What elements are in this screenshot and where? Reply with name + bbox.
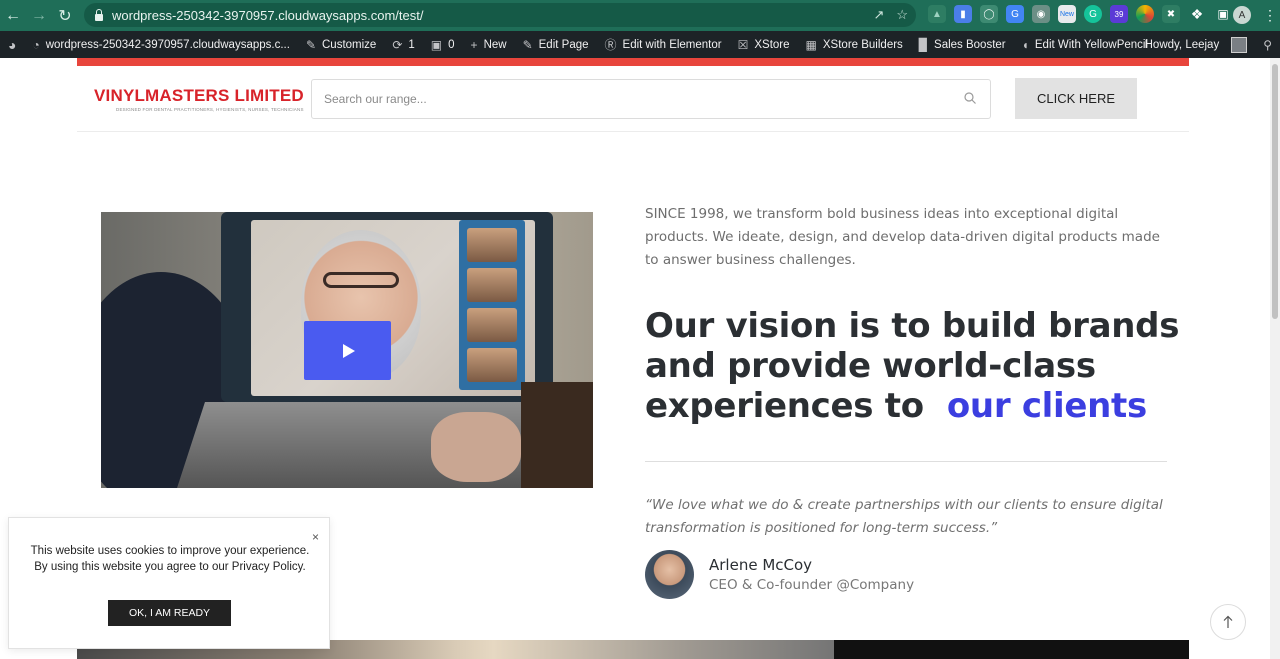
bookmark-star-icon[interactable]: ☆ xyxy=(896,7,908,23)
docs-icon[interactable]: ▮ xyxy=(954,5,972,23)
arrow-up-icon xyxy=(1223,615,1233,628)
divider xyxy=(645,461,1167,462)
cookie-accept-button[interactable]: OK, I AM READY xyxy=(108,600,231,626)
author-role: CEO & Co-founder @Company xyxy=(709,577,915,593)
author-avatar xyxy=(645,550,694,599)
play-button[interactable] xyxy=(304,321,391,380)
camera-icon[interactable]: ◉ xyxy=(1032,5,1050,23)
site-header: VINYLMASTERS LIMITED DESIGNED FOR DENTAL… xyxy=(77,66,1189,132)
forward-icon[interactable]: → xyxy=(26,3,52,29)
elementor-icon: Ⓡ xyxy=(604,38,617,52)
address-bar[interactable]: wordpress-250342-3970957.cloudwaysapps.c… xyxy=(84,3,916,27)
reload-icon[interactable]: ↻ xyxy=(52,3,78,29)
xstore-builders-link[interactable]: ▦ XStore Builders xyxy=(798,31,911,58)
edit-elementor-link[interactable]: Ⓡ Edit with Elementor xyxy=(597,31,730,58)
top-accent-bar xyxy=(77,58,1189,66)
cookie-message: This website uses cookies to improve you… xyxy=(30,545,310,573)
sales-booster-link[interactable]: ▉ Sales Booster xyxy=(911,31,1014,58)
admin-search-icon[interactable]: ⚲ xyxy=(1255,31,1280,58)
new-badge-icon[interactable]: New xyxy=(1058,5,1076,23)
search-input[interactable] xyxy=(324,92,924,106)
edit-page-link[interactable]: ✎ Edit Page xyxy=(515,31,597,58)
customize-link[interactable]: ✎ Customize xyxy=(298,31,384,58)
grammarly-icon[interactable]: G xyxy=(1084,5,1102,23)
my-account-link[interactable]: Howdy, Leejay xyxy=(1137,31,1256,58)
page-content: VINYLMASTERS LIMITED DESIGNED FOR DENTAL… xyxy=(0,58,1270,659)
scrollbar-thumb[interactable] xyxy=(1272,64,1278,319)
play-icon xyxy=(342,343,355,358)
google-translate-icon[interactable]: G xyxy=(1006,5,1024,23)
url-text[interactable]: wordpress-250342-3970957.cloudwaysapps.c… xyxy=(112,8,423,23)
profile-avatar[interactable]: A xyxy=(1233,6,1251,24)
user-avatar xyxy=(1231,36,1248,53)
dashboard-icon: ◔ xyxy=(32,37,40,52)
pencil-icon: ✎ xyxy=(522,37,533,52)
google-drive-icon[interactable]: ▲ xyxy=(928,5,946,23)
crossed-tool-icon[interactable]: ✖ xyxy=(1162,5,1180,23)
yellowpencil-icon: ◖ xyxy=(1021,37,1029,52)
share-icon[interactable]: ↗ xyxy=(873,7,884,23)
video-thumbnail[interactable] xyxy=(101,212,593,488)
updates-link[interactable]: ⟳ 1 xyxy=(384,31,422,58)
back-icon[interactable]: ← xyxy=(0,3,26,29)
intro-paragraph: SINCE 1998, we transform bold business i… xyxy=(645,206,1160,268)
builder-grid-icon: ▦ xyxy=(805,37,817,52)
vision-headline: Our vision is to build brands and provid… xyxy=(645,306,1180,426)
xstore-link[interactable]: ☒ XStore xyxy=(730,31,798,58)
sidebar-icon[interactable]: ▣ xyxy=(1214,5,1232,23)
logo-tagline: DESIGNED FOR DENTAL PRACTITIONERS, HYGIE… xyxy=(116,107,304,112)
wp-admin-bar: ◕ ◔ wordpress-250342-3970957.cloudwaysapp… xyxy=(0,31,1280,58)
color-wheel-icon[interactable] xyxy=(1136,5,1154,23)
lock-icon xyxy=(94,9,104,21)
comment-icon: ▣ xyxy=(430,37,443,52)
site-name-link[interactable]: ◔ wordpress-250342-3970957.cloudwaysapps.… xyxy=(24,31,297,58)
logo-text: VINYLMASTERS LIMITED xyxy=(94,86,304,105)
browser-toolbar: ← → ↻ wordpress-250342-3970957.cloudways… xyxy=(0,0,1280,31)
updates-icon: ⟳ xyxy=(392,37,403,52)
extension-39-icon[interactable]: 39 xyxy=(1110,5,1128,23)
bar-chart-icon: ▉ xyxy=(918,37,929,52)
search-icon[interactable] xyxy=(964,92,976,104)
puzzle-icon[interactable]: ❖ xyxy=(1188,5,1206,23)
yellowpencil-link[interactable]: ◖ Edit With YellowPencil xyxy=(1014,31,1156,58)
plus-icon: + xyxy=(470,37,478,52)
wordpress-logo-icon[interactable]: ◕ xyxy=(0,31,24,58)
search-box xyxy=(311,79,991,119)
brush-icon: ✎ xyxy=(305,37,316,52)
new-content-link[interactable]: + New xyxy=(463,31,515,58)
site-logo[interactable]: VINYLMASTERS LIMITED DESIGNED FOR DENTAL… xyxy=(94,86,304,112)
testimonial-quote: “We love what we do & create partnership… xyxy=(645,497,1163,536)
cookie-popup: × This website uses cookies to improve y… xyxy=(8,517,330,649)
back-to-top-button[interactable] xyxy=(1210,604,1246,640)
globe-icon[interactable]: ◯ xyxy=(980,5,998,23)
close-icon[interactable]: × xyxy=(312,530,319,544)
browser-menu-icon[interactable]: ⋮ xyxy=(1263,7,1277,23)
privacy-policy-link[interactable]: Privacy Policy xyxy=(232,561,303,573)
xstore-icon: ☒ xyxy=(737,37,749,52)
testimonial-author: Arlene McCoy CEO & Co-founder @Company xyxy=(645,550,914,599)
click-here-button[interactable]: CLICK HERE xyxy=(1015,78,1137,119)
headline-accent: our clients xyxy=(946,386,1147,426)
page-scrollbar[interactable] xyxy=(1270,58,1280,659)
author-name: Arlene McCoy xyxy=(709,556,813,574)
comments-link[interactable]: ▣ 0 xyxy=(423,31,463,58)
